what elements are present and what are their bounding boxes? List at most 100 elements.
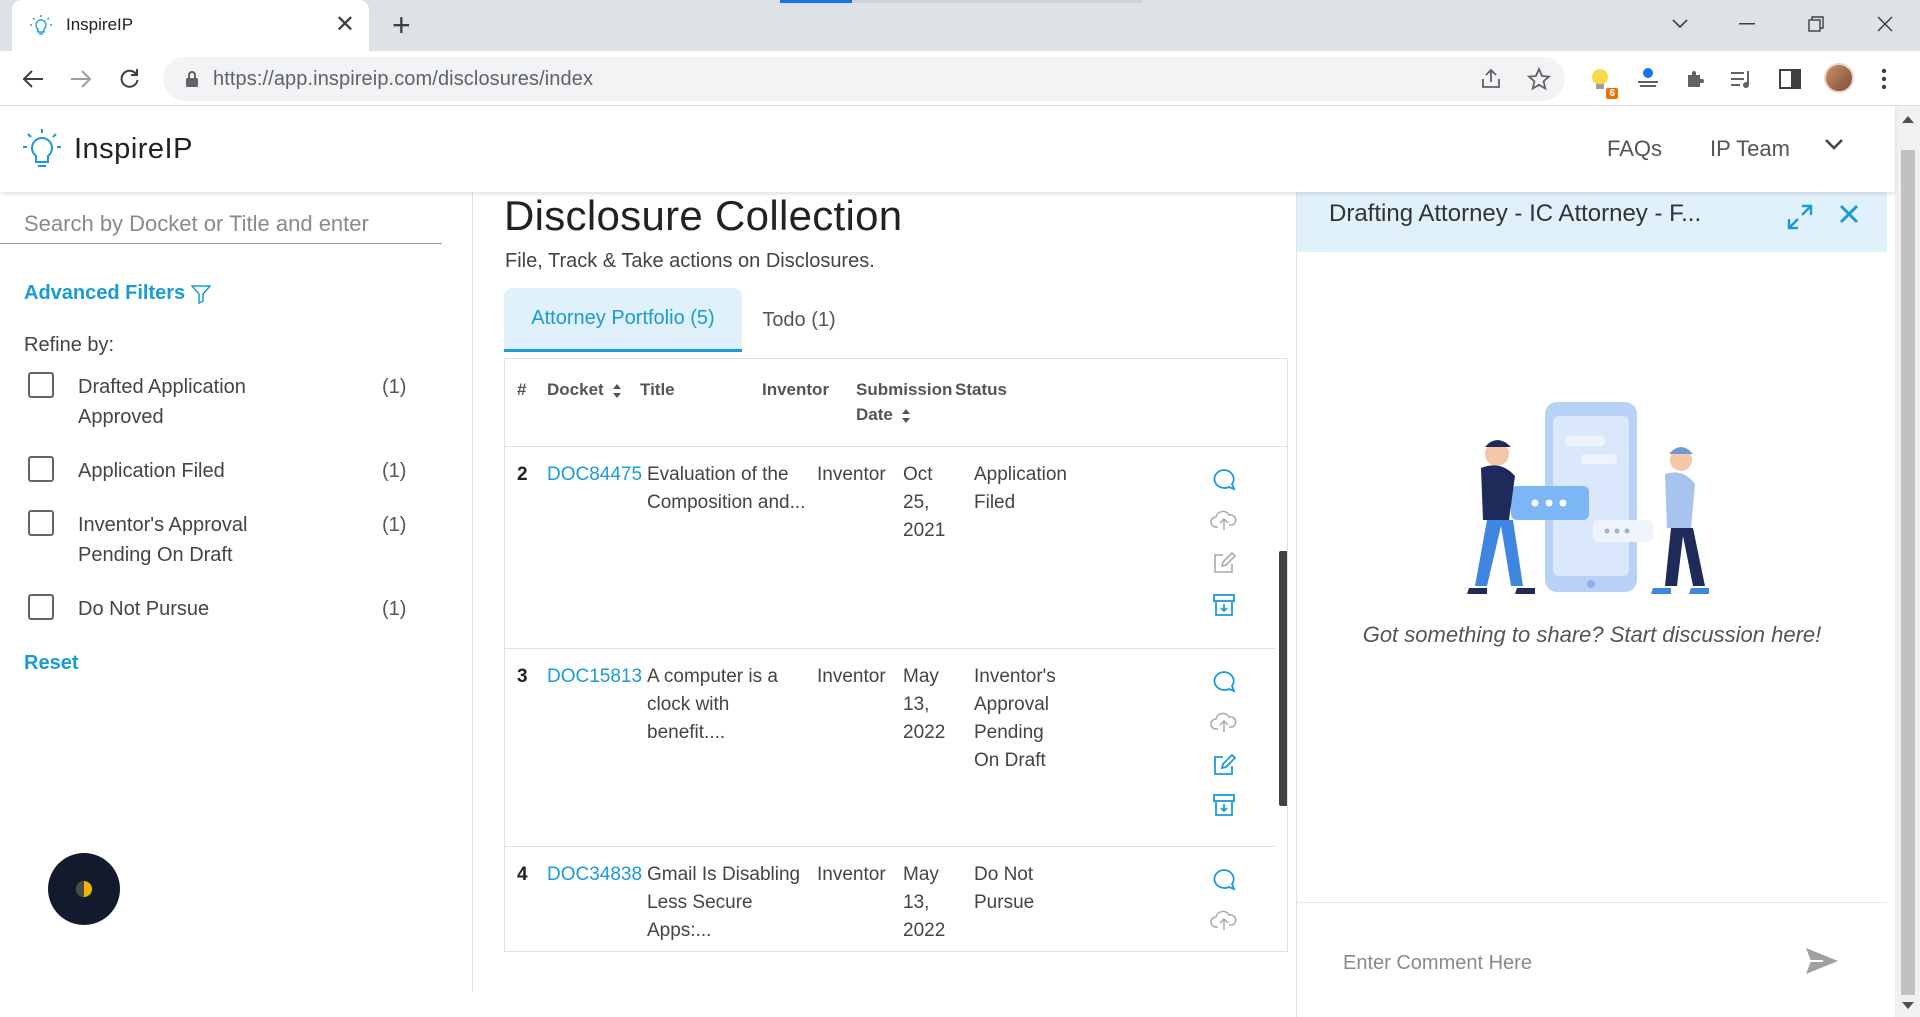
docket-link[interactable]: DOC15813 bbox=[547, 663, 642, 691]
close-tab-icon[interactable]: ✕ bbox=[335, 10, 355, 40]
filter-label: Do Not Pursue bbox=[78, 598, 210, 620]
cloud-upload-icon[interactable] bbox=[1209, 707, 1239, 737]
advanced-filters-link[interactable]: Advanced Filters bbox=[24, 282, 212, 305]
archive-icon[interactable] bbox=[1209, 590, 1239, 620]
row-status: Do Not Pursue bbox=[974, 864, 1035, 913]
row-title[interactable]: Gmail Is Disabling Less Secure Apps:... bbox=[647, 861, 817, 945]
browser-tab-title: InspireIP bbox=[66, 15, 134, 34]
sort-icon[interactable] bbox=[612, 383, 622, 399]
expand-icon[interactable] bbox=[1787, 204, 1813, 230]
filter-checkbox[interactable] bbox=[28, 510, 54, 536]
lightbulb-icon bbox=[30, 15, 52, 35]
app-header: InspireIP FAQs IP Team bbox=[0, 106, 1895, 192]
col-docket[interactable]: Docket bbox=[547, 377, 622, 402]
address-bar[interactable]: https://app.inspireip.com/disclosures/in… bbox=[163, 57, 1565, 101]
comment-input[interactable] bbox=[1343, 947, 1783, 979]
scroll-down-arrow[interactable] bbox=[1902, 1002, 1914, 1009]
col-submission-date[interactable]: Submission Date bbox=[856, 377, 952, 427]
browser-tab[interactable]: InspireIP ✕ bbox=[12, 0, 369, 51]
row-title[interactable]: Evaluation of the Composition and... bbox=[647, 461, 807, 517]
profile-avatar[interactable] bbox=[1824, 63, 1854, 93]
cloud-upload-icon[interactable] bbox=[1209, 905, 1239, 935]
chevron-down-icon[interactable] bbox=[1824, 138, 1844, 152]
discussion-header: Drafting Attorney - IC Attorney - F... bbox=[1297, 192, 1887, 252]
row-number: 3 bbox=[517, 666, 528, 687]
url-text: https://app.inspireip.com/disclosures/in… bbox=[213, 68, 594, 90]
theme-toggle-button[interactable] bbox=[48, 853, 120, 925]
lightbulb-extension-icon[interactable]: 6 bbox=[1584, 63, 1618, 99]
filter-count: (1) bbox=[382, 460, 407, 482]
sort-icon[interactable] bbox=[901, 408, 911, 424]
reading-list-icon[interactable] bbox=[1726, 63, 1758, 95]
main-content: Disclosure Collection File, Track & Take… bbox=[474, 192, 1294, 992]
chat-bubble-icon[interactable] bbox=[1209, 465, 1239, 495]
tab-todo[interactable]: Todo (1) bbox=[742, 288, 856, 352]
lock-icon[interactable] bbox=[185, 70, 199, 88]
filter-count: (1) bbox=[382, 514, 407, 536]
forward-icon[interactable] bbox=[61, 59, 101, 99]
cloud-upload-icon[interactable] bbox=[1209, 505, 1239, 535]
filter-count: (1) bbox=[382, 376, 407, 398]
back-icon[interactable] bbox=[13, 59, 53, 99]
send-icon[interactable] bbox=[1805, 947, 1839, 975]
table-row: 4 DOC34838 Gmail Is Disabling Less Secur… bbox=[505, 847, 1275, 951]
comment-bar bbox=[1297, 902, 1887, 1017]
browser-menu-icon[interactable] bbox=[1868, 63, 1900, 95]
tab-search-chevron-icon[interactable] bbox=[1650, 8, 1710, 40]
table-scroll-thumb[interactable] bbox=[1279, 551, 1287, 806]
side-panel-icon[interactable] bbox=[1774, 63, 1806, 95]
minimize-icon[interactable] bbox=[1717, 8, 1777, 40]
share-icon[interactable] bbox=[1479, 67, 1503, 91]
docket-link[interactable]: DOC84475 bbox=[547, 461, 642, 489]
tab-divider bbox=[852, 0, 1142, 3]
docket-link[interactable]: DOC34838 bbox=[547, 861, 642, 889]
row-date: May 13, 2022 bbox=[903, 666, 946, 743]
col-docket-label: Docket bbox=[547, 380, 604, 399]
page-title: Disclosure Collection bbox=[504, 192, 903, 239]
reset-button[interactable]: Reset bbox=[24, 652, 78, 675]
row-title[interactable]: A computer is a clock with benefit.... bbox=[647, 663, 807, 747]
window-close-icon[interactable] bbox=[1855, 8, 1915, 40]
disclosure-table: # Docket Title Inventor Submission Date … bbox=[504, 358, 1288, 952]
edit-icon[interactable] bbox=[1209, 548, 1239, 578]
new-tab-button[interactable]: + bbox=[392, 9, 411, 41]
archive-icon[interactable] bbox=[1209, 790, 1239, 820]
reload-icon[interactable] bbox=[109, 59, 149, 99]
page-subtitle: File, Track & Take actions on Disclosure… bbox=[505, 250, 875, 272]
translate-extension-icon[interactable] bbox=[1632, 63, 1664, 95]
row-inventor: Inventor bbox=[817, 666, 886, 687]
restore-icon[interactable] bbox=[1786, 8, 1846, 40]
close-icon[interactable] bbox=[1837, 202, 1861, 226]
team-menu[interactable]: IP Team bbox=[1710, 136, 1790, 162]
col-title: Title bbox=[640, 380, 675, 399]
search-input[interactable] bbox=[0, 204, 442, 244]
chat-bubble-icon[interactable] bbox=[1209, 667, 1239, 697]
filter-checkbox[interactable] bbox=[28, 594, 54, 620]
discussion-title: Drafting Attorney - IC Attorney - F... bbox=[1329, 200, 1702, 227]
edit-icon[interactable] bbox=[1209, 750, 1239, 780]
browser-toolbar: https://app.inspireip.com/disclosures/in… bbox=[0, 51, 1920, 106]
page-scrollbar[interactable] bbox=[1895, 106, 1920, 1017]
row-status: Application Filed bbox=[974, 464, 1067, 513]
bookmark-star-icon[interactable] bbox=[1527, 67, 1551, 91]
brand-name[interactable]: InspireIP bbox=[74, 133, 193, 166]
inspireip-logo-icon[interactable] bbox=[22, 128, 62, 170]
row-number: 2 bbox=[517, 464, 528, 485]
filter-label: Application Filed bbox=[78, 460, 225, 482]
tab-attorney-portfolio[interactable]: Attorney Portfolio (5) bbox=[504, 288, 742, 352]
table-scrollbar[interactable] bbox=[1275, 447, 1287, 951]
table-row: 3 DOC15813 A computer is a clock with be… bbox=[505, 649, 1275, 847]
half-circle-icon bbox=[76, 881, 92, 897]
filter-checkbox[interactable] bbox=[28, 372, 54, 398]
scroll-up-arrow[interactable] bbox=[1902, 116, 1914, 123]
tab-divider bbox=[780, 0, 852, 3]
page-scroll-thumb[interactable] bbox=[1901, 150, 1915, 995]
col-num: # bbox=[517, 380, 527, 399]
faqs-link[interactable]: FAQs bbox=[1607, 136, 1662, 162]
extensions-puzzle-icon[interactable] bbox=[1680, 63, 1712, 95]
filter-checkbox[interactable] bbox=[28, 456, 54, 482]
filter-label: Drafted Application Approved bbox=[78, 376, 246, 428]
filter-icon bbox=[191, 284, 212, 304]
row-inventor: Inventor bbox=[817, 464, 886, 485]
chat-bubble-icon[interactable] bbox=[1209, 865, 1239, 895]
